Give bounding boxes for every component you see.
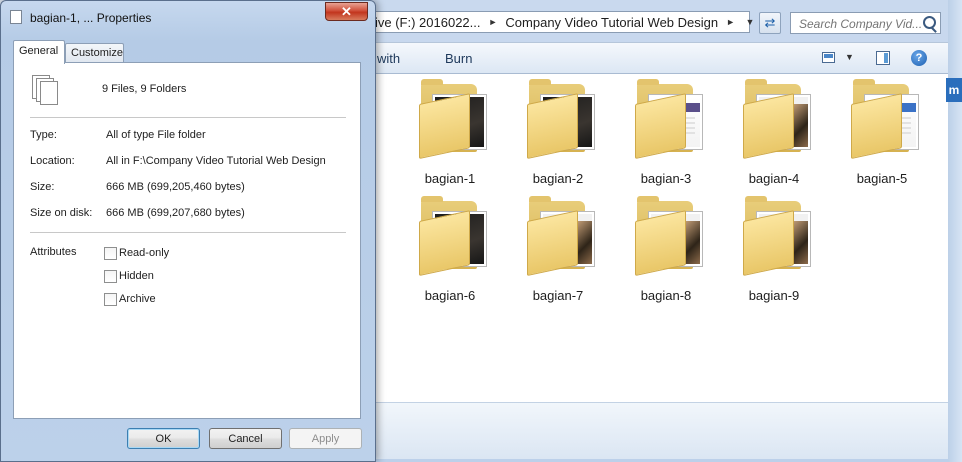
- read-only-checkbox[interactable]: [104, 247, 117, 260]
- folder-item[interactable]: bagian-5: [832, 74, 932, 186]
- folder-label: bagian-1: [424, 171, 476, 186]
- attributes-label: Attributes: [30, 246, 77, 258]
- folder-item[interactable]: bagian-1: [400, 74, 500, 186]
- size-value: 666 MB (699,205,460 bytes): [106, 181, 245, 193]
- folder-item[interactable]: bagian-3: [616, 74, 716, 186]
- chevron-right-icon[interactable]: ►: [726, 17, 735, 27]
- views-icon[interactable]: [822, 52, 835, 63]
- location-label: Location:: [30, 155, 75, 167]
- size-label: Size:: [30, 181, 55, 193]
- command-bar: with Burn ▼ ?: [340, 42, 962, 74]
- refresh-icon: ⇄: [764, 15, 776, 30]
- search-box[interactable]: [790, 12, 941, 34]
- background-window-tab[interactable]: m: [946, 78, 962, 102]
- cancel-button[interactable]: Cancel: [209, 428, 282, 449]
- general-panel: 9 Files, 9 Folders Type: All of type Fil…: [13, 62, 361, 419]
- hidden-label[interactable]: Hidden: [119, 270, 154, 282]
- archive-checkbox[interactable]: [104, 293, 117, 306]
- preview-pane-icon[interactable]: [876, 51, 890, 65]
- folder-label: bagian-9: [748, 288, 800, 303]
- selection-summary: 9 Files, 9 Folders: [102, 83, 187, 95]
- archive-label[interactable]: Archive: [119, 293, 156, 305]
- properties-dialog: bagian-1, ... Properties ✕ General Custo…: [0, 0, 376, 462]
- read-only-label[interactable]: Read-only: [119, 247, 169, 259]
- divider: [30, 117, 346, 118]
- chevron-down-icon[interactable]: ▼: [742, 12, 758, 32]
- help-icon[interactable]: ?: [911, 50, 927, 66]
- size-on-disk-label: Size on disk:: [30, 207, 93, 219]
- folder-item[interactable]: bagian-6: [400, 191, 500, 303]
- folder-label: bagian-4: [748, 171, 800, 186]
- hidden-checkbox[interactable]: [104, 270, 117, 283]
- folder-label: bagian-3: [640, 171, 692, 186]
- ok-button[interactable]: OK: [127, 428, 200, 449]
- share-with-button[interactable]: with: [377, 51, 400, 66]
- chevron-down-icon[interactable]: ▼: [845, 52, 854, 62]
- close-icon: ✕: [341, 4, 352, 19]
- divider: [30, 232, 346, 233]
- explorer-window: ive (F:) 2016022... ► Company Video Tuto…: [340, 0, 962, 462]
- dialog-title: bagian-1, ... Properties: [30, 11, 152, 25]
- file-list: bagian-1 bagian-2 bagian-3 bagian-4 bagi…: [340, 74, 948, 402]
- type-value: All of type File folder: [106, 129, 206, 141]
- search-input[interactable]: [797, 14, 929, 34]
- background-window-edge: [948, 0, 962, 462]
- close-button[interactable]: ✕: [325, 2, 368, 21]
- folder-label: bagian-6: [424, 288, 476, 303]
- folder-item[interactable]: bagian-7: [508, 191, 608, 303]
- location-value: All in F:\Company Video Tutorial Web Des…: [106, 155, 326, 167]
- multiple-files-icon: [32, 75, 64, 111]
- folder-label: bagian-5: [856, 171, 908, 186]
- folder-label: bagian-8: [640, 288, 692, 303]
- size-on-disk-value: 666 MB (699,207,680 bytes): [106, 207, 245, 219]
- details-pane: [340, 402, 948, 459]
- search-icon[interactable]: [923, 16, 936, 29]
- tab-customize[interactable]: Customize: [65, 43, 124, 63]
- breadcrumb-drive[interactable]: ive (F:) 2016022...: [375, 15, 481, 30]
- breadcrumb-folder[interactable]: Company Video Tutorial Web Design: [505, 15, 718, 30]
- folder-item[interactable]: bagian-9: [724, 191, 824, 303]
- tab-general[interactable]: General: [13, 40, 65, 64]
- burn-button[interactable]: Burn: [445, 51, 472, 66]
- folder-label: bagian-2: [532, 171, 584, 186]
- folder-item[interactable]: bagian-2: [508, 74, 608, 186]
- folder-label: bagian-7: [532, 288, 584, 303]
- refresh-button[interactable]: ⇄: [759, 12, 781, 34]
- properties-icon: [10, 7, 23, 24]
- chevron-right-icon[interactable]: ►: [489, 17, 498, 27]
- apply-button[interactable]: Apply: [289, 428, 362, 449]
- folder-item[interactable]: bagian-4: [724, 74, 824, 186]
- address-bar[interactable]: ive (F:) 2016022... ► Company Video Tuto…: [340, 11, 750, 33]
- type-label: Type:: [30, 129, 57, 141]
- folder-item[interactable]: bagian-8: [616, 191, 716, 303]
